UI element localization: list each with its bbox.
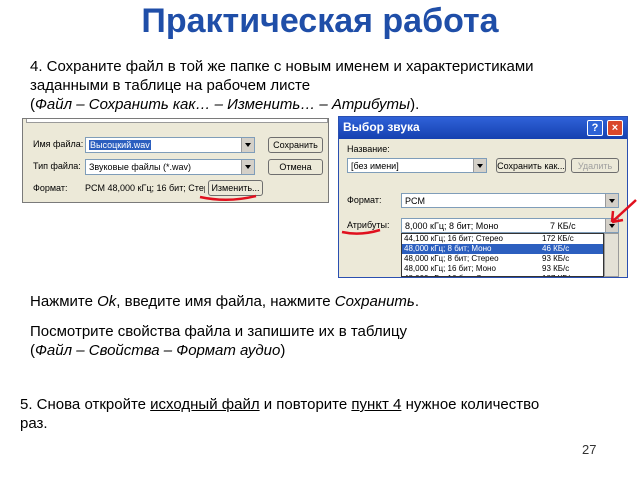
step4-link[interactable]: пункт 4 bbox=[351, 396, 401, 413]
source-file-link[interactable]: исходный файл bbox=[150, 396, 259, 413]
underline-change-mark bbox=[199, 194, 257, 201]
instruction2-path: (Файл – Свойства – Формат аудио) bbox=[30, 342, 286, 359]
page-number: 27 bbox=[582, 442, 597, 457]
save-word: Сохранить bbox=[334, 293, 415, 310]
instruction2: Посмотрите свойства файла и запишите их … bbox=[30, 322, 620, 360]
step5-line1: 5. Снова откройте исходный файл и повтор… bbox=[20, 396, 540, 413]
ok-word: Ok bbox=[97, 293, 117, 310]
instruction2-line1: Посмотрите свойства файла и запишите их … bbox=[30, 323, 408, 340]
instruction1: Нажмите Ok, введите имя файла, нажмите С… bbox=[30, 293, 419, 310]
arrow-icon bbox=[611, 199, 637, 223]
underline-attributes-mark bbox=[341, 228, 381, 235]
step5-line2: раз. bbox=[20, 415, 48, 432]
step5-text: 5. Снова откройте исходный файл и повтор… bbox=[20, 395, 620, 433]
